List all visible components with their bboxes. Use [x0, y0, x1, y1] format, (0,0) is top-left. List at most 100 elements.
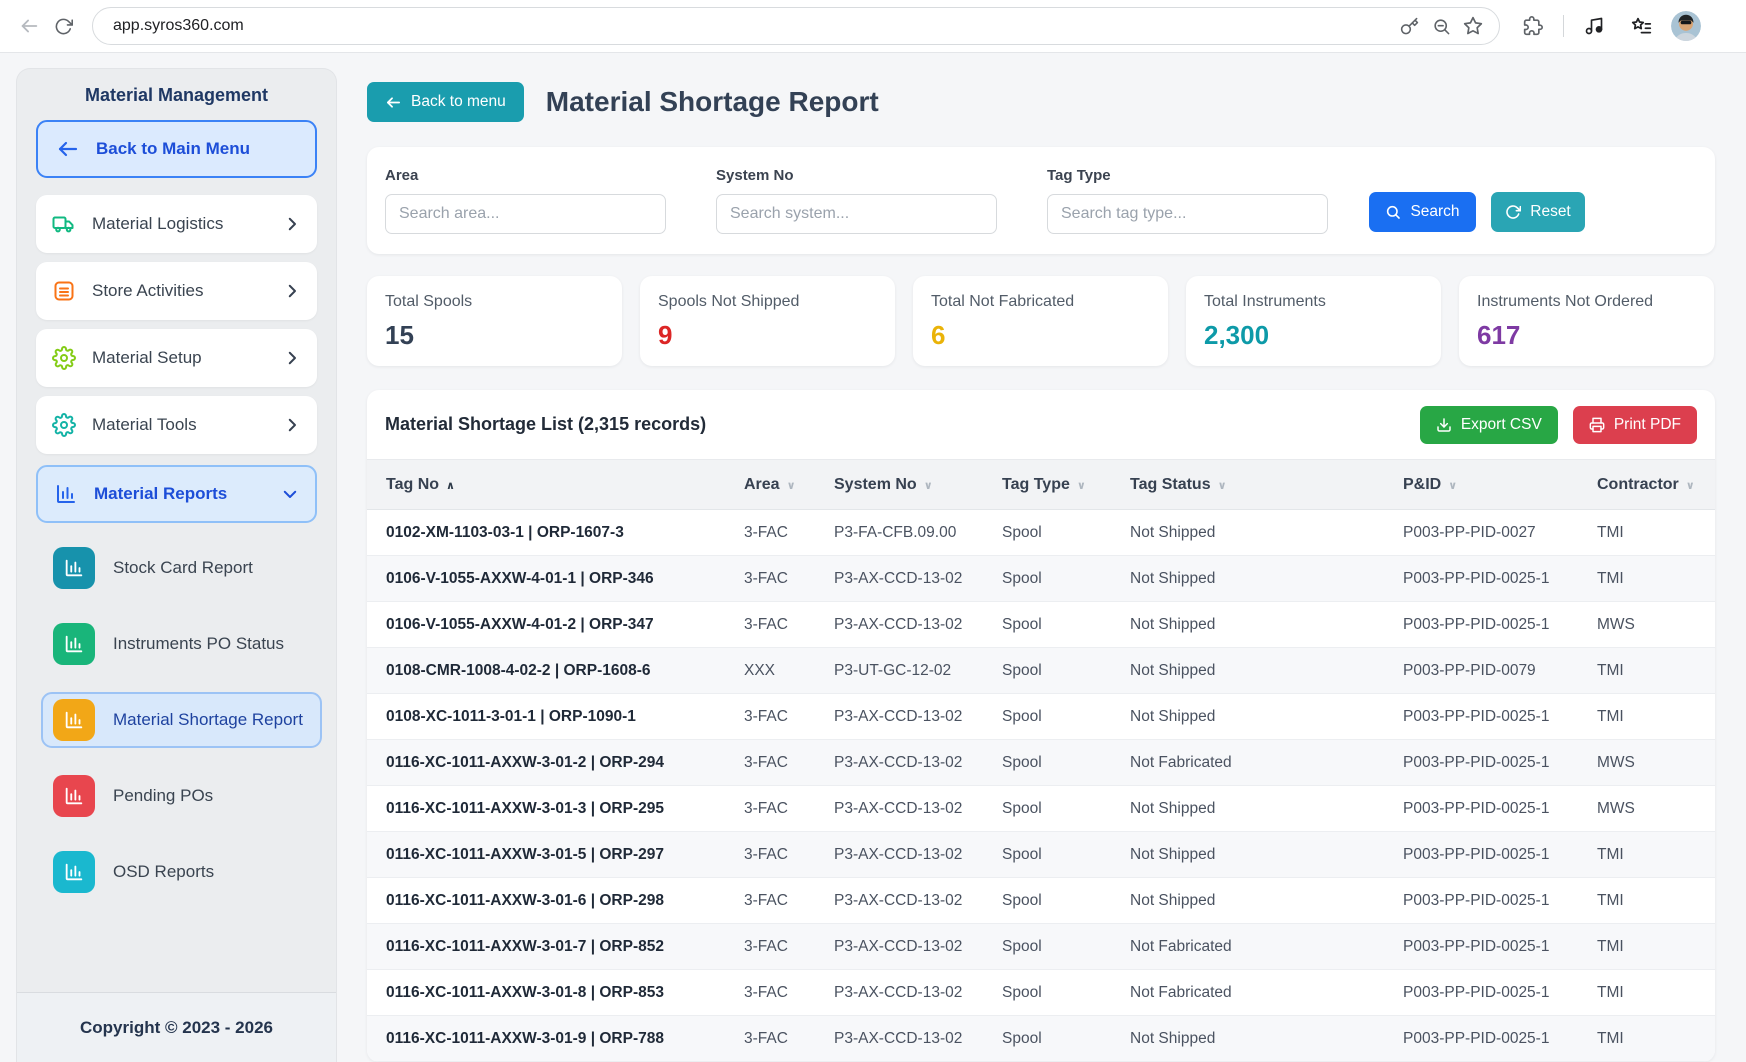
column-header[interactable]: Tag Type ∨ [1002, 460, 1130, 510]
column-header[interactable]: Tag Status∨ [1130, 460, 1403, 510]
sidebar-item-material-logistics[interactable]: Material Logistics [36, 195, 317, 253]
table-row[interactable]: 0116-XC-1011-AXXW-3-01-5 | ORP-297 3-FAC… [367, 832, 1715, 878]
table-row[interactable]: 0108-CMR-1008-4-02-2 | ORP-1608-6 XXX P3… [367, 648, 1715, 694]
stat-label: Instruments Not Ordered [1477, 293, 1696, 311]
cell-area: 3-FAC [744, 1016, 834, 1062]
reset-button[interactable]: Reset [1491, 192, 1585, 232]
cell-tag-type: Spool [1002, 878, 1130, 924]
cell-tag-no: 0116-XC-1011-AXXW-3-01-6 | ORP-298 [367, 878, 744, 924]
column-header-label: Tag No [386, 476, 439, 493]
table-row[interactable]: 0106-V-1055-AXXW-4-01-2 | ORP-347 3-FAC … [367, 602, 1715, 648]
cell-pid: P003-PP-PID-0025-1 [1403, 832, 1597, 878]
filter-area: Area [385, 167, 666, 234]
stat-label: Spools Not Shipped [658, 293, 877, 311]
favorites-list-icon[interactable] [1624, 9, 1658, 43]
sidebar-item-material-setup[interactable]: Material Setup [36, 329, 317, 387]
filter-tag-type-label: Tag Type [1047, 167, 1328, 184]
cell-tag-no: 0108-XC-1011-3-01-1 | ORP-1090-1 [367, 694, 744, 740]
back-to-main-menu-button[interactable]: Back to Main Menu [36, 120, 317, 178]
filter-tag-type: Tag Type [1047, 167, 1328, 234]
cell-tag-no: 0116-XC-1011-AXXW-3-01-3 | ORP-295 [367, 786, 744, 832]
sidebar-report-item[interactable]: Pending POs [41, 768, 322, 824]
sidebar-report-item[interactable]: Stock Card Report [41, 540, 322, 596]
stat-value: 9 [658, 320, 877, 351]
table-row[interactable]: 0102-XM-1103-03-1 | ORP-1607-3 3-FAC P3-… [367, 510, 1715, 556]
sidebar-report-item-label: Stock Card Report [113, 558, 253, 578]
browser-back-icon[interactable] [12, 9, 46, 43]
column-header-label: Area [744, 476, 780, 493]
browser-reload-icon[interactable] [46, 9, 80, 43]
sort-caret-icon[interactable]: ∨ [924, 480, 933, 492]
table-row[interactable]: 0116-XC-1011-AXXW-3-01-9 | ORP-788 3-FAC… [367, 1016, 1715, 1062]
search-button[interactable]: Search [1369, 192, 1476, 232]
sort-caret-icon[interactable]: ∧ [446, 480, 455, 492]
sidebar-item-material-tools[interactable]: Material Tools [36, 396, 317, 454]
sort-caret-icon[interactable]: ∨ [1686, 480, 1695, 492]
sort-caret-icon[interactable]: ∨ [787, 480, 796, 492]
warehouse-icon [52, 279, 76, 303]
system-search-input[interactable] [716, 194, 997, 234]
sort-caret-icon[interactable]: ∨ [1218, 480, 1227, 492]
bar-chart-icon [53, 547, 95, 589]
bookmark-star-icon[interactable] [1457, 10, 1489, 42]
cell-tag-type: Spool [1002, 510, 1130, 556]
table-header-row: Tag No ∧ Area ∨ System No∨ Tag Type ∨ Tag S… [367, 460, 1715, 510]
column-header[interactable]: Tag No ∧ [367, 460, 744, 510]
chevron-right-icon [283, 282, 301, 300]
cell-tag-type: Spool [1002, 924, 1130, 970]
extensions-icon[interactable] [1516, 9, 1550, 43]
sidebar-item-material-reports[interactable]: Material Reports [36, 465, 317, 523]
column-header[interactable]: Contractor ∨ [1597, 460, 1715, 510]
sidebar-report-item[interactable]: Material Shortage Report [41, 692, 322, 748]
table-row[interactable]: 0116-XC-1011-AXXW-3-01-8 | ORP-853 3-FAC… [367, 970, 1715, 1016]
media-note-icon[interactable] [1577, 9, 1611, 43]
sort-caret-icon[interactable]: ∨ [1077, 480, 1086, 492]
tag-type-search-input[interactable] [1047, 194, 1328, 234]
cell-tag-no: 0102-XM-1103-03-1 | ORP-1607-3 [367, 510, 744, 556]
bar-chart-icon [53, 623, 95, 665]
print-pdf-label: Print PDF [1614, 416, 1681, 434]
cell-tag-status: Not Shipped [1130, 694, 1403, 740]
cell-pid: P003-PP-PID-0025-1 [1403, 694, 1597, 740]
sidebar-item-store-activities[interactable]: Store Activities [36, 262, 317, 320]
page-header: Back to menu Material Shortage Report [367, 81, 1715, 123]
column-header-label: Tag Type [1002, 476, 1070, 493]
gear-icon [52, 346, 76, 370]
cell-system-no: P3-FA-CFB.09.00 [834, 510, 1002, 556]
sort-caret-icon[interactable]: ∨ [1448, 480, 1457, 492]
table-row[interactable]: 0116-XC-1011-AXXW-3-01-2 | ORP-294 3-FAC… [367, 740, 1715, 786]
key-icon[interactable] [1393, 10, 1425, 42]
table-row[interactable]: 0108-XC-1011-3-01-1 | ORP-1090-1 3-FAC P… [367, 694, 1715, 740]
cell-tag-type: Spool [1002, 648, 1130, 694]
sidebar-report-item[interactable]: Instruments PO Status [41, 616, 322, 672]
cell-contractor: TMI [1597, 1016, 1715, 1062]
gear-icon [52, 413, 76, 437]
cell-tag-type: Spool [1002, 694, 1130, 740]
column-header[interactable]: P&ID∨ [1403, 460, 1597, 510]
sidebar-report-item-label: Pending POs [113, 786, 213, 806]
cell-area: 3-FAC [744, 878, 834, 924]
column-header[interactable]: System No∨ [834, 460, 1002, 510]
table-row[interactable]: 0106-V-1055-AXXW-4-01-1 | ORP-346 3-FAC … [367, 556, 1715, 602]
sidebar-report-item[interactable]: OSD Reports [41, 844, 322, 900]
cell-contractor: MWS [1597, 740, 1715, 786]
shortage-table: Tag No ∧ Area ∨ System No∨ Tag Type ∨ Tag S… [367, 459, 1715, 1062]
print-pdf-button[interactable]: Print PDF [1573, 406, 1697, 444]
back-to-menu-button[interactable]: Back to menu [367, 82, 524, 122]
column-header[interactable]: Area ∨ [744, 460, 834, 510]
address-bar[interactable]: app.syros360.com [92, 7, 1500, 45]
table-row[interactable]: 0116-XC-1011-AXXW-3-01-6 | ORP-298 3-FAC… [367, 878, 1715, 924]
cell-pid: P003-PP-PID-0025-1 [1403, 786, 1597, 832]
table-row[interactable]: 0116-XC-1011-AXXW-3-01-7 | ORP-852 3-FAC… [367, 924, 1715, 970]
avatar[interactable] [1671, 11, 1701, 41]
stat-value: 15 [385, 320, 604, 351]
table-row[interactable]: 0116-XC-1011-AXXW-3-01-3 | ORP-295 3-FAC… [367, 786, 1715, 832]
zoom-out-icon[interactable] [1425, 10, 1457, 42]
column-header-label: Contractor [1597, 476, 1679, 493]
cell-tag-status: Not Shipped [1130, 648, 1403, 694]
export-csv-button[interactable]: Export CSV [1420, 406, 1558, 444]
table-actions: Export CSV Print PDF [1420, 406, 1697, 444]
cell-area: 3-FAC [744, 970, 834, 1016]
cell-tag-no: 0116-XC-1011-AXXW-3-01-9 | ORP-788 [367, 1016, 744, 1062]
area-search-input[interactable] [385, 194, 666, 234]
